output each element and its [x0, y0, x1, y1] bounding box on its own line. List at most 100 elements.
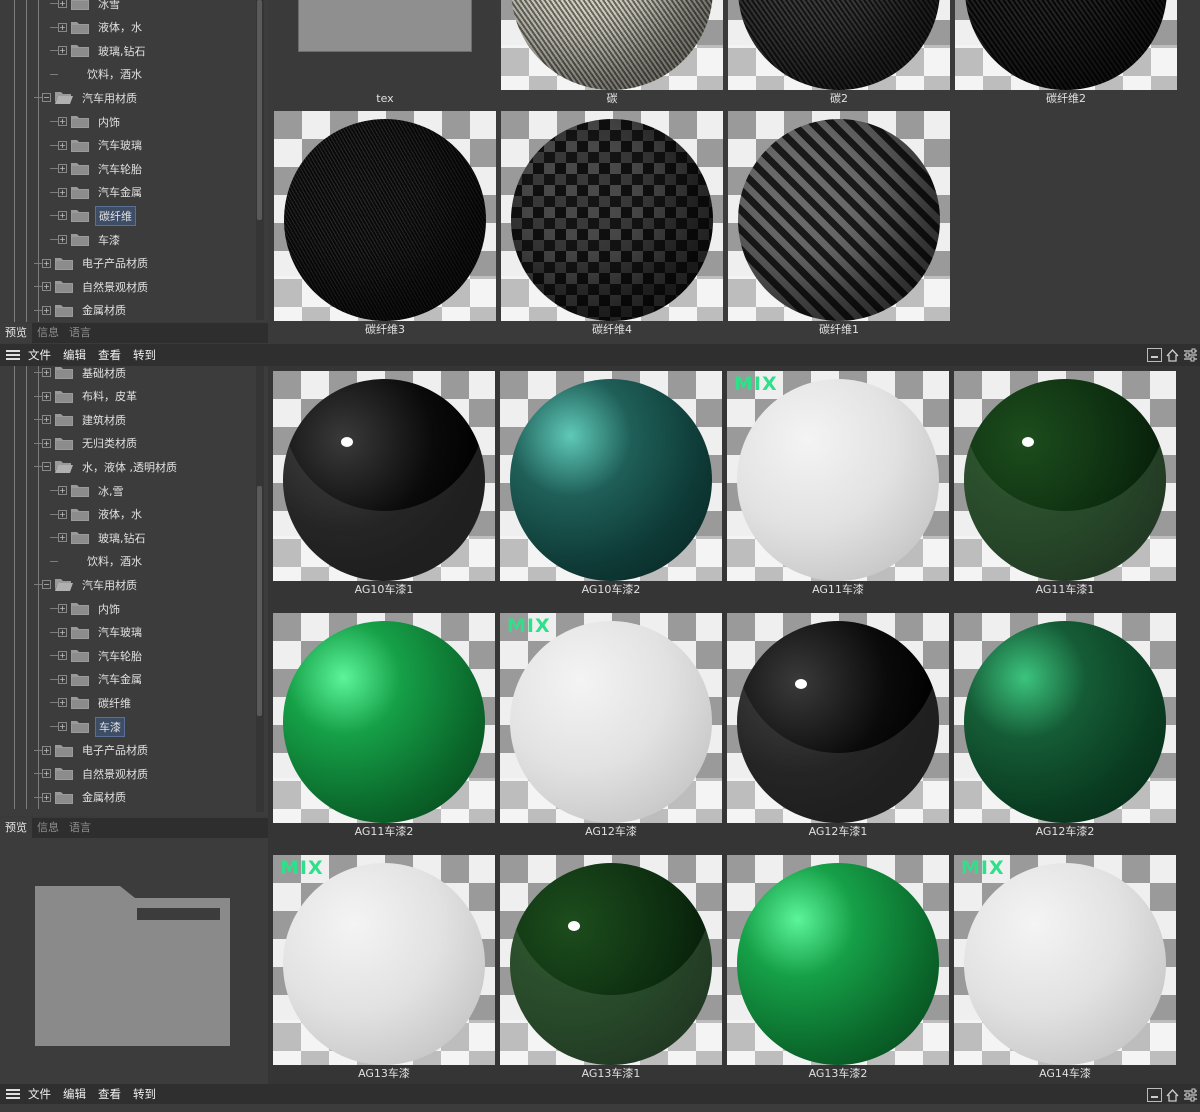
tree-leaf[interactable]: 饮料，酒水 — [58, 63, 145, 86]
expand-toggle-icon[interactable]: + — [58, 604, 67, 613]
material-thumbnail[interactable]: AG12车漆2 — [954, 613, 1176, 839]
expand-toggle-icon[interactable]: + — [58, 509, 67, 519]
tree-node[interactable]: + 汽车玻璃 — [58, 621, 145, 644]
tree-node[interactable]: + 碳纤维 — [58, 204, 136, 227]
tree-leaf[interactable]: 饮料，酒水 — [58, 550, 145, 573]
expand-toggle-icon[interactable]: + — [58, 235, 67, 244]
hamburger-icon[interactable] — [6, 1088, 20, 1100]
material-thumbnail[interactable]: MIX AG12车漆 — [500, 613, 722, 839]
expand-toggle-icon[interactable]: + — [58, 0, 67, 8]
menu-goto[interactable]: 转到 — [133, 1086, 156, 1102]
tree-node[interactable]: + 汽车金属 — [58, 181, 145, 204]
expand-toggle-icon[interactable]: + — [58, 117, 67, 126]
expand-toggle-icon[interactable]: + — [58, 722, 67, 731]
tree-node[interactable]: − 水，液体 ,透明材质 — [42, 455, 180, 478]
expand-toggle-icon[interactable]: + — [42, 415, 51, 425]
tree-node[interactable]: + 汽车轮胎 — [58, 644, 145, 667]
tree-node[interactable]: + 碳纤维 — [58, 691, 134, 714]
tree-node[interactable]: + 布料，皮革 — [42, 385, 140, 408]
tree-node[interactable]: − 汽车用材质 — [42, 573, 140, 596]
material-thumbnail[interactable]: AG12车漆1 — [727, 613, 949, 839]
material-thumbnail[interactable]: 碳纤维4 — [501, 111, 723, 337]
menu-view[interactable]: 查看 — [98, 347, 121, 363]
expand-toggle-icon[interactable]: + — [42, 792, 51, 802]
expand-toggle-icon[interactable]: + — [58, 486, 67, 495]
restore-icon[interactable] — [1165, 348, 1180, 362]
material-thumbnail[interactable]: 碳纤维1 — [728, 111, 950, 337]
tree-node[interactable]: + 冰,雪 — [58, 479, 127, 502]
menu-goto[interactable]: 转到 — [133, 347, 156, 363]
expand-toggle-icon[interactable]: + — [58, 46, 67, 56]
collapse-toggle-icon[interactable]: − — [42, 580, 51, 590]
material-thumbnail[interactable]: AG10车漆2 — [500, 371, 722, 597]
expand-toggle-icon[interactable]: + — [58, 211, 67, 221]
material-thumbnail[interactable]: MIX AG13车漆 — [273, 855, 495, 1081]
menu-view[interactable]: 查看 — [98, 1086, 121, 1102]
tree-node[interactable]: + 自然景观材质 — [42, 762, 151, 785]
expand-toggle-icon[interactable]: + — [58, 22, 67, 32]
tree-node[interactable]: + 车漆 — [58, 715, 125, 738]
material-thumbnail[interactable]: tex — [274, 0, 496, 106]
expand-toggle-icon[interactable]: + — [42, 438, 51, 448]
material-thumbnail[interactable]: AG10车漆1 — [273, 371, 495, 597]
material-thumbnail[interactable]: 碳 — [501, 0, 723, 106]
material-thumbnail[interactable]: 碳纤维3 — [274, 111, 496, 337]
expand-toggle-icon[interactable]: + — [58, 164, 67, 174]
expand-toggle-icon[interactable]: + — [42, 391, 51, 401]
tab-language[interactable]: 语言 — [64, 818, 96, 838]
tree-node[interactable]: + 建筑材质 — [42, 408, 129, 431]
tree-node[interactable]: + 内饰 — [58, 597, 123, 620]
tab-preview[interactable]: 预览 — [0, 323, 32, 343]
expand-toggle-icon[interactable]: + — [42, 282, 51, 292]
expand-toggle-icon[interactable]: + — [58, 187, 67, 197]
expand-toggle-icon[interactable]: + — [42, 258, 51, 268]
hamburger-icon[interactable] — [6, 349, 20, 361]
material-thumbnail[interactable]: AG11车漆1 — [954, 371, 1176, 597]
expand-toggle-icon[interactable]: + — [42, 305, 51, 315]
tree-node[interactable]: + 基础材质 — [42, 366, 129, 384]
material-thumbnail[interactable]: AG11车漆2 — [273, 613, 495, 839]
expand-toggle-icon[interactable]: + — [58, 651, 67, 661]
material-thumbnail[interactable]: 碳纤维2 — [955, 0, 1177, 106]
menu-file[interactable]: 文件 — [28, 1086, 51, 1102]
tree-node[interactable]: + 冰雪 — [58, 0, 123, 15]
material-thumbnail[interactable]: AG13车漆1 — [500, 855, 722, 1081]
tab-language[interactable]: 语言 — [64, 323, 96, 343]
settings-icon[interactable] — [1183, 348, 1198, 362]
collapse-toggle-icon[interactable]: − — [42, 462, 51, 472]
tree-node[interactable]: + 内饰 — [58, 110, 123, 133]
tree-node[interactable]: + 电子产品材质 — [42, 739, 151, 762]
tree-node[interactable]: + 玻璃,钻石 — [58, 526, 149, 549]
tree-node[interactable]: + 金属材质 — [42, 786, 129, 809]
tree-node[interactable]: + 液体，水 — [58, 16, 145, 39]
tree-node[interactable]: + 车漆 — [58, 228, 123, 251]
collapse-toggle-icon[interactable]: − — [42, 93, 51, 103]
tree-node[interactable]: + 无归类材质 — [42, 432, 140, 455]
minimize-icon[interactable] — [1147, 1088, 1162, 1102]
bottom-tree-scrollbar[interactable] — [256, 366, 264, 812]
tree-node[interactable]: + 汽车金属 — [58, 668, 145, 691]
tab-info[interactable]: 信息 — [32, 323, 64, 343]
top-tree-scrollbar[interactable] — [256, 0, 264, 320]
tab-info[interactable]: 信息 — [32, 818, 64, 838]
menu-edit[interactable]: 编辑 — [63, 347, 86, 363]
expand-toggle-icon[interactable]: + — [58, 627, 67, 637]
expand-toggle-icon[interactable]: + — [42, 745, 51, 755]
tree-node[interactable]: + 玻璃,钻石 — [58, 39, 149, 62]
expand-toggle-icon[interactable]: + — [58, 698, 67, 708]
material-thumbnail[interactable]: MIX AG14车漆 — [954, 855, 1176, 1081]
tree-node[interactable]: − 汽车用材质 — [42, 86, 140, 109]
tree-node[interactable]: + 电子产品材质 — [42, 252, 151, 275]
tree-node[interactable]: + 汽车轮胎 — [58, 157, 145, 180]
tab-preview[interactable]: 预览 — [0, 818, 32, 838]
tree-node[interactable]: + 液体，水 — [58, 503, 145, 526]
menu-edit[interactable]: 编辑 — [63, 1086, 86, 1102]
expand-toggle-icon[interactable]: + — [42, 368, 51, 377]
material-thumbnail[interactable]: 碳2 — [728, 0, 950, 106]
material-thumbnail[interactable]: MIX AG11车漆 — [727, 371, 949, 597]
expand-toggle-icon[interactable]: + — [58, 533, 67, 543]
expand-toggle-icon[interactable]: + — [58, 140, 67, 150]
expand-toggle-icon[interactable]: + — [58, 674, 67, 684]
tree-node[interactable]: + 自然景观材质 — [42, 275, 151, 298]
expand-toggle-icon[interactable]: + — [42, 769, 51, 779]
